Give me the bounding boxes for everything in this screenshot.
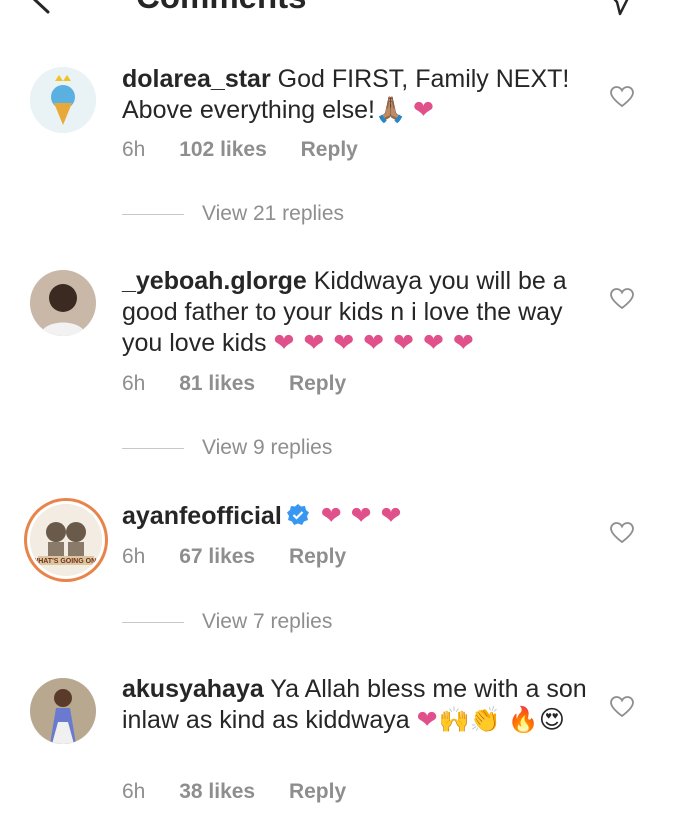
comment-text: akusyahaya Ya Allah bless me with a son …: [122, 674, 600, 736]
view-replies-button[interactable]: View 7 replies: [122, 610, 332, 634]
divider-line: [122, 621, 184, 623]
comment-username[interactable]: dolarea_star: [122, 65, 271, 93]
comment-meta: 6h 38 likes Reply: [122, 780, 374, 804]
comment-time: 6h: [122, 545, 146, 568]
heart-emojis: ❤: [413, 96, 435, 124]
header: Comments: [0, 0, 674, 40]
back-arrow-icon[interactable]: [28, 0, 54, 14]
view-replies-button[interactable]: View 9 replies: [122, 436, 332, 460]
comment-meta: 6h 67 likes Reply: [122, 545, 374, 569]
view-replies-button[interactable]: View 21 replies: [122, 202, 344, 226]
comment-meta: 6h 81 likes Reply: [122, 372, 374, 396]
reply-button[interactable]: Reply: [289, 372, 346, 395]
comment-username[interactable]: akusyahaya: [122, 675, 264, 703]
comment-text: ayanfeofficial ❤ ❤ ❤: [122, 501, 600, 532]
profile-photo-icon: [30, 270, 96, 336]
heart-emojis: ❤ ❤ ❤ ❤ ❤ ❤ ❤: [273, 329, 475, 357]
heart-like-icon[interactable]: [610, 522, 634, 544]
comment-likes[interactable]: 81 likes: [179, 372, 255, 395]
comment-text: dolarea_star God FIRST, Family NEXT! Abo…: [122, 64, 600, 126]
divider-line: [122, 447, 184, 449]
heart-emojis: ❤ ❤ ❤: [320, 502, 403, 530]
verified-badge-icon: [286, 504, 309, 525]
avatar[interactable]: [30, 678, 96, 744]
reply-button[interactable]: Reply: [301, 138, 358, 161]
comment-likes[interactable]: 102 likes: [179, 138, 267, 161]
comment-username[interactable]: ayanfeofficial: [122, 502, 282, 530]
comment-likes[interactable]: 38 likes: [179, 780, 255, 803]
comment-time: 6h: [122, 372, 146, 395]
avatar-with-story-ring[interactable]: WHAT'S GOING ON?: [30, 504, 102, 576]
divider-line: [122, 213, 184, 215]
page-title: Comments: [136, 0, 307, 16]
comment-text: _yeboah.glorge Kiddwaya you will be a go…: [122, 266, 600, 359]
view-replies-label: View 7 replies: [202, 610, 333, 633]
heart-emojis: ❤: [416, 706, 439, 734]
comment-username[interactable]: _yeboah.glorge: [122, 267, 307, 295]
heart-like-icon[interactable]: [610, 288, 634, 310]
comment-time: 6h: [122, 138, 146, 161]
profile-photo-icon: [30, 678, 96, 744]
reply-button[interactable]: Reply: [289, 545, 346, 568]
direct-message-icon[interactable]: [604, 0, 634, 16]
comment-meta: 6h 102 likes Reply: [122, 138, 386, 162]
reply-button[interactable]: Reply: [289, 780, 346, 803]
avatar[interactable]: [30, 270, 96, 336]
view-replies-label: View 9 replies: [202, 436, 333, 459]
avatar-caption: WHAT'S GOING ON?: [31, 558, 101, 565]
ice-cream-avatar-icon: [30, 67, 96, 133]
heart-like-icon[interactable]: [610, 86, 634, 108]
comment-likes[interactable]: 67 likes: [179, 545, 255, 568]
comment-time: 6h: [122, 780, 146, 803]
folded-hands-emoji: 🙏🏽: [374, 96, 407, 124]
avatar[interactable]: [30, 67, 96, 133]
cartoon-avatar-icon: [30, 504, 102, 576]
hands-fire-emojis: 🙌👏 🔥😍: [438, 706, 565, 734]
view-replies-label: View 21 replies: [202, 202, 345, 225]
heart-like-icon[interactable]: [610, 696, 634, 718]
